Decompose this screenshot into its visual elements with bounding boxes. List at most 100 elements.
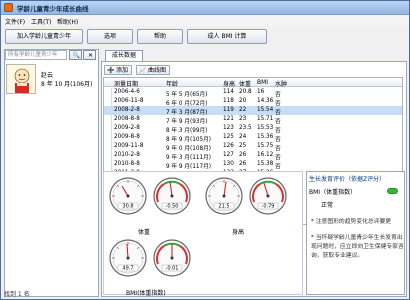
menu-tools[interactable]: 工具(T) xyxy=(31,17,51,26)
app-window: 学龄儿童青少年成长曲线 文件(F) 工具(T) 帮助(H) 加入学龄儿童青少年 … xyxy=(0,0,410,300)
table-cell: 14.36 xyxy=(257,98,274,104)
table-cell: 2010-2-8 xyxy=(114,152,140,158)
curve-chart-label: 曲线图 xyxy=(148,67,167,74)
evaluation-panel: 生长发育评价（依据Z评分） BMI（体重指数） 正常 * 注意图形的趋势变化总评… xyxy=(306,171,405,295)
status-indicator-icon xyxy=(387,188,398,194)
table-cell: 15.36 xyxy=(257,134,274,140)
table-row[interactable]: 2009-8-8 8 年 9 月(105月) 125 24 15.36 否 xyxy=(104,133,402,143)
status-text: 找到 1 名 xyxy=(4,291,30,298)
gauge-weight-z: -0.50 xyxy=(152,176,192,216)
status-badge: 正常 xyxy=(321,202,334,209)
row-marker xyxy=(104,106,112,115)
table-cell: 130 xyxy=(223,161,234,167)
table-row[interactable]: 2006-4-6 5 年 5 月(65月) 114 20.8 16 否 xyxy=(104,88,402,98)
evaluation-note-2: * 当怀疑学龄儿童青少年生长发育出现问题时，应立即向卫生保健专家咨询，获取专业建… xyxy=(311,235,404,259)
col-age[interactable]: 年龄 xyxy=(166,79,178,88)
add-child-button[interactable]: 加入学龄儿童青少年 xyxy=(5,29,83,44)
table-cell: 15.53 xyxy=(257,125,274,131)
col-date[interactable]: 测量日期 xyxy=(114,79,138,88)
row-marker xyxy=(104,151,112,160)
table-cell: 2006-11-8 xyxy=(114,98,144,104)
row-marker xyxy=(104,115,112,124)
gauge-height-label: 身高 xyxy=(232,229,245,236)
table-cell: 20 xyxy=(239,98,247,104)
evaluation-title: 生长发育评价（依据Z评分） xyxy=(309,176,386,183)
table-cell: 16 xyxy=(257,89,265,95)
tab-bar: 成长数据 xyxy=(101,49,407,61)
col-bmi[interactable]: BMI xyxy=(257,79,268,86)
row-marker xyxy=(104,160,112,169)
gauge-height-a: 21.5 xyxy=(204,176,244,216)
add-record-button[interactable]: ➕ 添加 xyxy=(104,65,133,75)
menu-help[interactable]: 帮助(H) xyxy=(57,17,78,26)
table-row[interactable]: 2010-2-8 9 年 3 月(111月) 127 26 16.12 否 xyxy=(104,151,402,161)
row-marker xyxy=(104,97,112,106)
gauge-panel: 30.8 -0.50 体重 21.5 -0.79 身高 49.7 -0.01 B… xyxy=(103,171,303,297)
clear-button[interactable]: ✕ xyxy=(83,50,96,60)
gauge-weight-z-value: -0.50 xyxy=(166,204,179,210)
window-title: 学龄儿童青少年成长曲线 xyxy=(17,5,89,13)
curve-chart-button[interactable]: 📈 曲线图 xyxy=(136,65,171,75)
child-avatar-icon xyxy=(14,68,30,93)
gauge-bmi-label: BMI(体重指数) xyxy=(126,290,166,297)
table-row[interactable]: 2008-8-8 7 年 9 月(93月) 121 23 15.71 否 xyxy=(104,115,402,125)
table-cell: 123 xyxy=(223,125,234,131)
gauge-weight-label: 体重 xyxy=(138,229,151,236)
table-cell: 15.38 xyxy=(257,161,274,167)
table-cell: 26 xyxy=(239,152,247,158)
table-cell: 2008-8-8 xyxy=(114,116,140,122)
options-button[interactable]: 选项 xyxy=(87,29,133,44)
table-cell: 2006-4-6 xyxy=(114,89,140,95)
table-cell: 20.8 xyxy=(239,89,252,95)
table-cell: 2008-2-8 xyxy=(114,107,140,113)
table-row[interactable]: 2009-11-8 9 年 0 月(108月) 126 25 15.75 否 xyxy=(104,142,402,152)
table-cell: 2009-2-8 xyxy=(114,125,140,131)
table-cell: 2009-8-8 xyxy=(114,134,140,140)
table-cell: 119 xyxy=(223,107,234,113)
table-row[interactable]: 2008-2-8 7 年 3 月(87月) 119 22 15.54 否 xyxy=(104,106,402,116)
table-cell: 125 xyxy=(223,134,234,140)
row-marker xyxy=(104,142,112,151)
gauge-height-a-value: 21.5 xyxy=(218,204,229,210)
help-button[interactable]: 帮助 xyxy=(137,29,183,44)
search-input[interactable]: 所有学龄儿童青少年 xyxy=(5,50,67,60)
table-cell: 23 xyxy=(239,116,247,122)
adult-bmi-button[interactable]: 成人 BMI 计算 xyxy=(187,29,267,44)
tab-growth-data[interactable]: 成长数据 xyxy=(105,50,143,61)
menu-bar: 文件(F) 工具(T) 帮助(H) xyxy=(1,15,409,26)
search-icon: 🔍 xyxy=(72,52,81,59)
menu-file[interactable]: 文件(F) xyxy=(5,17,25,26)
table-cell: 2010-8-8 xyxy=(114,161,140,167)
table-cell: 118 xyxy=(223,98,234,104)
table-cell: 121 xyxy=(223,116,234,122)
table-header: 测量日期 年龄 身高 体重 BMI 水肿 xyxy=(104,78,402,88)
gauge-weight-a: 30.8 xyxy=(108,176,148,216)
app-icon xyxy=(4,3,13,12)
table-cell: 127 xyxy=(223,152,234,158)
gauge-bmi-a: 49.7 xyxy=(108,238,148,278)
gauge-height-z: -0.79 xyxy=(248,176,288,216)
search-button[interactable]: 🔍 xyxy=(69,50,82,60)
add-icon: ➕ xyxy=(107,67,115,74)
table-row[interactable]: 2006-11-8 6 年 0 月(72月) 118 20 14.36 否 xyxy=(104,97,402,107)
table-cell: 114 xyxy=(223,89,234,95)
col-edema[interactable]: 水肿 xyxy=(275,79,287,88)
table-row[interactable]: 2009-2-8 8 年 3 月(99月) 123 23.5 15.53 否 xyxy=(104,124,402,134)
table-row[interactable]: 2010-8-8 9 年 9 月(117月) 130 26 15.38 否 xyxy=(104,160,402,170)
avatar[interactable] xyxy=(6,64,36,94)
table-cell: 15.75 xyxy=(257,143,274,149)
col-weight[interactable]: 体重 xyxy=(239,79,251,88)
title-bar: 学龄儿童青少年成长曲线 xyxy=(1,1,409,15)
table-cell: 126 xyxy=(223,143,234,149)
table-cell: 2009-11-8 xyxy=(114,143,144,149)
child-name[interactable]: 赵云 xyxy=(41,70,53,79)
row-marker xyxy=(104,133,112,142)
gauge-bmi-a-value: 49.7 xyxy=(122,266,133,272)
table-cell: 24 xyxy=(239,134,247,140)
close-icon: ✕ xyxy=(87,52,94,59)
chart-icon: 📈 xyxy=(139,67,147,74)
col-height[interactable]: 身高 xyxy=(223,79,235,88)
table-cell: 23.5 xyxy=(239,125,252,131)
gauge-bmi-z: -0.01 xyxy=(152,238,192,278)
gauge-height-z-value: -0.79 xyxy=(262,204,275,210)
